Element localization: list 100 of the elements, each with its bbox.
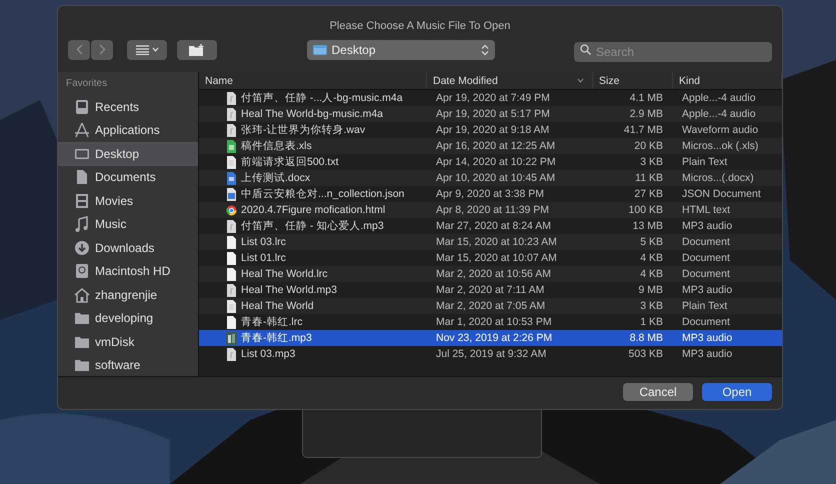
size-cell: 8.8 MB [630,332,663,344]
cancel-button[interactable]: Cancel [623,383,693,401]
kind-cell: Micros...(.docx) [682,172,754,184]
date-cell: Apr 19, 2020 at 7:49 PM [436,92,550,104]
app-store-icon [74,122,90,138]
film-icon [74,192,90,209]
file-name: Heal The World [241,299,314,314]
size-cell: 5 KB [640,236,663,248]
file-row[interactable]: List 03.lrc Mar 15, 2020 at 10:23 AM 5 KB Document [199,234,782,250]
file-row[interactable]: 付笛声、任静 -...人-bg-music.m4a Apr 19, 2020 at 7:49 PM 4.1 MB Apple...-4 audio [199,90,782,106]
file-row[interactable]: 稿件信息表.xls Apr 16, 2020 at 12:25 AM 20 KB Micros...ok (.xls) [199,138,782,154]
column-header[interactable]: Size [599,72,620,90]
date-cell: Mar 2, 2020 at 10:56 AM [436,268,551,280]
music-note-icon [74,216,90,232]
size-cell: 4.1 MB [630,92,663,104]
recents-icon [74,98,90,115]
date-cell: Mar 27, 2020 at 8:24 AM [436,220,551,232]
size-cell: 3 KB [640,300,663,312]
file-row[interactable]: 付笛声、任静 - 知心爱人.mp3 Mar 27, 2020 at 8:24 AM 13 MB MP3 audio [199,218,782,234]
audio-file-icon [226,108,237,120]
size-cell: 2.9 MB [630,108,663,120]
sidebar-item[interactable]: software [58,354,198,377]
date-cell: Jul 25, 2019 at 9:32 AM [436,348,546,360]
file-row[interactable]: 2020.4.7Figure mofication.html Apr 8, 2020 at 11:39 PM 100 KB HTML text [199,202,782,218]
date-cell: Mar 2, 2020 at 7:11 AM [436,284,544,296]
audio-file-icon [226,284,237,296]
house-icon [74,286,90,303]
file-row[interactable]: Heal The World.lrc Mar 2, 2020 at 10:56 AM 4 KB Document [199,266,782,282]
text-file-icon [226,300,237,312]
blank-file-icon [226,316,237,328]
file-name: 张玮-让世界为你转身.wav [241,123,366,138]
kind-cell: Plain Text [682,156,728,168]
file-name: Heal The World.lrc [241,267,328,282]
file-row[interactable]: Heal The World-bg-music.m4a Apr 19, 2020 at 5:17 PM 2.9 MB Apple...-4 audio [199,106,782,122]
forward-button[interactable] [91,40,113,60]
sidebar-item[interactable]: Downloads [58,236,198,260]
location-dropdown[interactable]: Desktop [306,40,494,60]
sidebar-item[interactable]: developing [58,306,198,330]
file-name: 青春-韩红.mp3 [241,331,312,346]
date-cell: Mar 15, 2020 at 10:23 AM [436,236,557,248]
kind-cell: Document [682,316,730,328]
file-name: Heal The World-bg-music.m4a [241,107,383,122]
download-icon [74,240,90,256]
back-button[interactable] [68,40,90,60]
view-options-button[interactable] [127,40,167,60]
file-name: 青春-韩红.lrc [241,315,302,330]
sidebar-item[interactable]: Documents [58,166,198,189]
sidebar-item[interactable]: Desktop [58,142,198,166]
file-name: List 03.mp3 [241,347,296,362]
size-cell: 503 KB [628,348,663,360]
file-name: 付笛声、任静 - 知心爱人.mp3 [241,219,384,234]
column-header[interactable]: Kind [679,72,700,90]
kind-cell: Plain Text [682,300,728,312]
size-cell: 41.7 MB [624,124,663,136]
kind-cell: MP3 audio [682,284,732,296]
date-cell: Apr 9, 2020 at 3:38 PM [436,188,544,200]
file-name: 中盾云安粮仓对...n_collection.json [241,187,404,202]
file-row[interactable]: Heal The World Mar 2, 2020 at 7:05 AM 3 KB Plain Text [199,298,782,314]
folder-icon [74,310,90,326]
column-header[interactable]: Name [205,72,234,90]
sidebar-item[interactable]: Macintosh HD [58,260,198,283]
sidebar-item[interactable]: Applications [58,118,198,142]
file-row[interactable]: List 01.lrc Mar 15, 2020 at 10:07 AM 4 KB Document [199,250,782,266]
date-cell: Mar 15, 2020 at 10:07 AM [436,252,557,264]
file-row[interactable]: 青春-韩红.lrc Mar 1, 2020 at 10:53 PM 1 KB Document [199,314,782,330]
caret-icon [152,47,158,52]
column-header[interactable]: Date Modified [433,72,498,90]
date-cell: Mar 2, 2020 at 7:05 AM [436,300,546,312]
sidebar-item[interactable]: zhangrenjie [58,283,198,306]
kind-cell: MP3 audio [682,332,732,344]
file-row[interactable]: 青春-韩红.mp3 Nov 23, 2019 at 2:26 PM 8.8 MB MP3 audio [199,330,782,346]
file-row[interactable]: Heal The World.mp3 Mar 2, 2020 at 7:11 AM 9 MB MP3 audio [199,282,782,298]
file-name: List 01.lrc [241,251,286,266]
sort-caret-icon [577,78,584,83]
file-row[interactable]: List 03.mp3 Jul 25, 2019 at 9:32 AM 503 KB MP3 audio [199,346,782,362]
back-icon [76,44,82,55]
file-row[interactable]: 张玮-让世界为你转身.wav Apr 19, 2020 at 9:18 AM 41.7 MB Waveform audio [199,122,782,138]
size-cell: 100 KB [628,204,663,216]
file-row[interactable]: 前端请求返回500.txt Apr 14, 2020 at 10:22 PM 3 KB Plain Text [199,154,782,170]
browser-icon [226,204,237,216]
audio-file-icon [226,92,237,104]
sidebar-item[interactable]: Music [58,212,198,236]
file-row[interactable]: 中盾云安粮仓对...n_collection.json Apr 9, 2020 at 3:38 PM 27 KB JSON Document [199,186,782,202]
file-name: Heal The World.mp3 [241,283,337,298]
forward-icon [98,44,106,55]
json-file-icon [226,188,237,200]
sidebar-item[interactable]: vmDisk [58,330,198,354]
kind-cell: Document [682,252,730,264]
file-name: List 03.lrc [241,235,286,250]
size-cell: 9 MB [638,284,663,296]
open-button[interactable]: Open [702,383,772,401]
kind-cell: Micros...ok (.xls) [682,140,758,152]
date-cell: Apr 14, 2020 at 10:22 PM [436,156,556,168]
date-cell: Mar 1, 2020 at 10:53 PM [436,316,552,328]
new-folder-button[interactable] [177,40,217,60]
file-row[interactable]: 上传测试.docx Apr 10, 2020 at 10:45 AM 11 KB Micros...(.docx) [199,170,782,186]
sidebar-item[interactable]: Recents [58,95,198,118]
sidebar-item[interactable]: Movies [58,189,198,212]
size-cell: 4 KB [640,268,663,280]
size-cell: 3 KB [640,156,663,168]
